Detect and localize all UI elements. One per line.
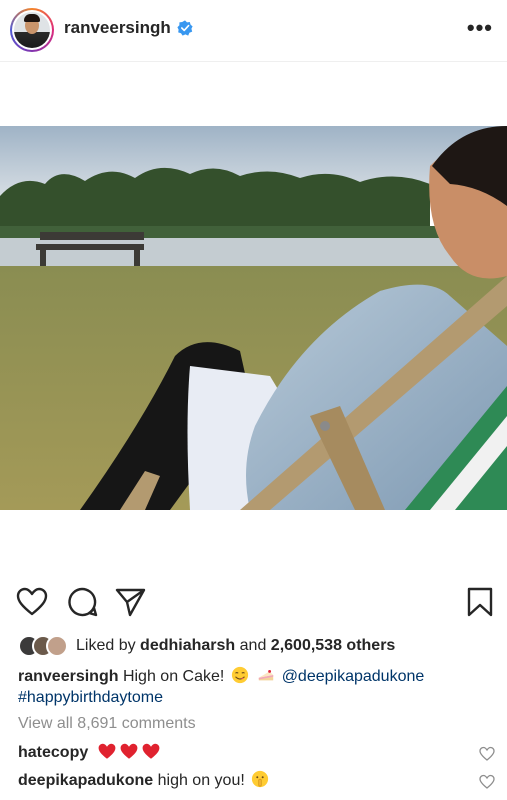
likes-prefix: Liked by [76,637,136,654]
post-header: ranveersingh ••• [0,0,507,62]
likes-count[interactable]: 2,600,538 others [271,637,396,654]
hashtag-link[interactable]: #happybirthdaytome [18,689,163,706]
verified-badge-icon [177,20,193,36]
comment-username[interactable]: deepikapadukone [18,772,153,789]
comment-like-heart-icon[interactable] [479,774,495,790]
red-heart-icon [120,743,138,759]
heart-icon[interactable] [16,586,48,618]
mention-link[interactable]: @deepikapadukone [282,668,425,685]
red-heart-icon [98,743,116,759]
red-heart-icon [142,743,160,759]
comment-text: high on you! [157,772,245,789]
likes-text: Liked by dedhiaharsh and 2,600,538 other… [76,637,395,655]
liker-avatar [46,635,68,657]
caption-text: High on Cake! [122,668,225,685]
username-link[interactable]: ranveersingh [64,18,171,38]
shushing-face-emoji-icon [252,770,269,788]
comment-icon[interactable] [66,586,98,618]
likes-row[interactable]: Liked by dedhiaharsh and 2,600,538 other… [18,634,395,658]
comment-item: deepikapadukone high on you! [18,770,271,792]
post-photo[interactable] [0,126,507,510]
profile-avatar[interactable] [10,8,54,52]
yum-emoji-icon [231,666,248,684]
likes-and: and [239,637,267,654]
liker-username[interactable]: dedhiaharsh [140,637,235,654]
comment-item: hatecopy [18,742,161,764]
paper-plane-icon[interactable] [114,586,146,618]
comment-like-heart-icon[interactable] [479,746,495,762]
post-photo-scene [0,126,507,510]
post-caption: ranveersingh High on Cake! @deepikapaduk… [18,666,498,708]
cake-emoji-icon [259,669,274,681]
more-options-icon[interactable]: ••• [467,17,493,39]
post-actions [0,586,507,622]
bookmark-icon[interactable] [464,586,496,618]
red-hearts-emoji [93,743,161,761]
caption-username[interactable]: ranveersingh [18,668,118,685]
view-all-comments-link[interactable]: View all 8,691 comments [18,715,196,733]
comment-username[interactable]: hatecopy [18,744,88,761]
